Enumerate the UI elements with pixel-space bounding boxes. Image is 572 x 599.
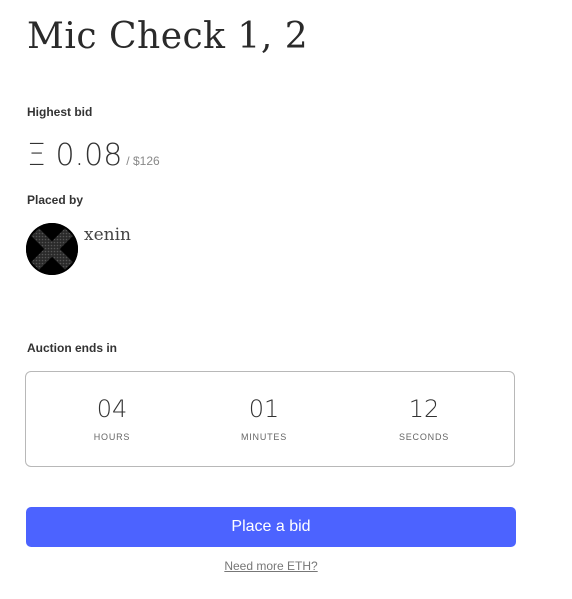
need-more-eth-container: Need more ETH? bbox=[0, 559, 542, 573]
hours-value: 04 bbox=[96, 395, 128, 423]
timer-seconds: 12 SECONDS bbox=[379, 394, 469, 442]
timer-hours: 04 HOURS bbox=[67, 394, 157, 442]
avatar[interactable] bbox=[26, 223, 78, 275]
x-avatar-icon bbox=[26, 223, 78, 275]
placer-name[interactable]: xenin bbox=[84, 225, 131, 245]
highest-bid: Ξ 0.08 / $126 bbox=[27, 138, 160, 173]
hours-label: HOURS bbox=[93, 432, 131, 442]
countdown-timer: 04 HOURS 01 MINUTES 12 SECONDS bbox=[25, 371, 515, 467]
place-bid-button[interactable]: Place a bid bbox=[26, 507, 516, 547]
highest-bid-label: Highest bid bbox=[27, 105, 93, 119]
bid-usd-value: / $126 bbox=[126, 154, 160, 168]
seconds-label: SECONDS bbox=[398, 432, 450, 442]
page-title: Mic Check 1, 2 bbox=[27, 16, 309, 57]
need-more-eth-link[interactable]: Need more ETH? bbox=[224, 559, 317, 573]
auction-ends-label: Auction ends in bbox=[27, 341, 117, 355]
minutes-value: 01 bbox=[248, 395, 280, 423]
bid-amount: Ξ 0.08 bbox=[27, 138, 123, 173]
minutes-label: MINUTES bbox=[240, 432, 288, 442]
timer-minutes: 01 MINUTES bbox=[219, 394, 309, 442]
placed-by-label: Placed by bbox=[27, 193, 84, 207]
seconds-value: 12 bbox=[408, 395, 440, 423]
